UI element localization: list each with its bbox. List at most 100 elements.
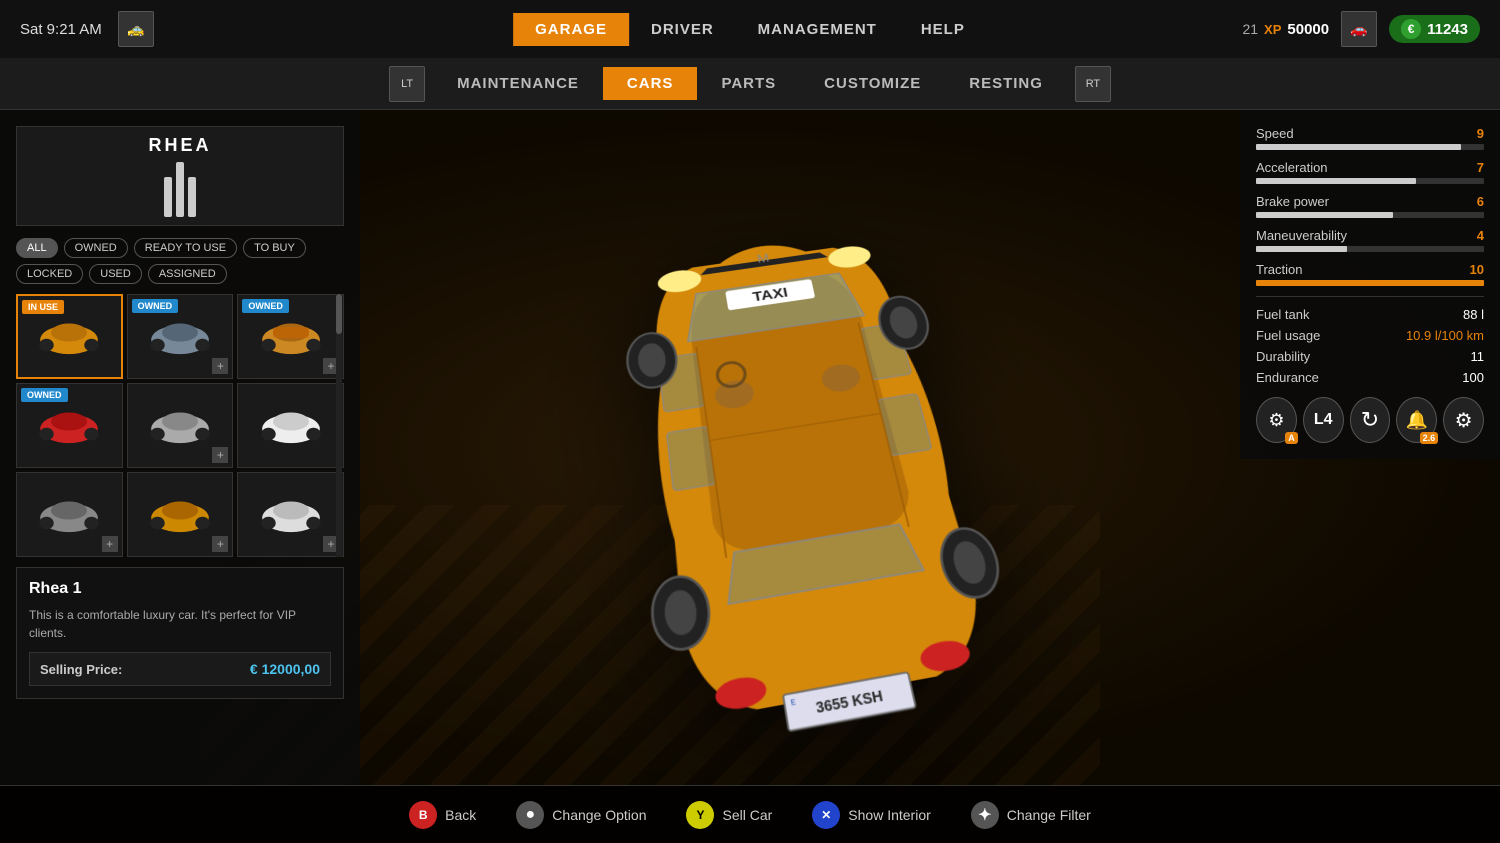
tab-resting[interactable]: RESTING — [945, 67, 1067, 100]
stat-speed-value: 9 — [1477, 126, 1484, 141]
filter-all[interactable]: ALL — [16, 238, 58, 258]
plus-icon-1: + — [212, 358, 228, 374]
fuel-tank-value: 88 l — [1463, 307, 1484, 322]
tab-parts[interactable]: PARTS — [697, 67, 800, 100]
top-bar-right: 21 XP 50000 🚗 € 11243 — [1242, 11, 1480, 47]
car-thumb-8[interactable]: + — [237, 472, 344, 557]
engine-icon: ⚙ — [1268, 410, 1284, 431]
btn-b-icon: B — [409, 801, 437, 829]
nav-icon-right[interactable]: 🚗 — [1341, 11, 1377, 47]
badge-drive[interactable]: ↻ — [1350, 397, 1391, 443]
sell-label: Sell Car — [722, 807, 772, 823]
badge-owned-3: OWNED — [21, 388, 68, 402]
stat-maneuverability: Maneuverability 4 — [1256, 228, 1484, 252]
stat-brake-label: Brake power — [1256, 194, 1329, 209]
second-nav-icon-left[interactable]: LT — [389, 66, 425, 102]
brand-line-2 — [176, 162, 184, 217]
car-thumb-0[interactable]: IN USE — [16, 294, 123, 379]
stat-acc-bar-bg — [1256, 178, 1484, 184]
xp-badge: 21 XP 50000 — [1242, 21, 1329, 38]
car-thumb-1[interactable]: OWNED + — [127, 294, 234, 379]
fuel-usage-row: Fuel usage 10.9 l/100 km — [1256, 328, 1484, 343]
durability-row: Durability 11 — [1256, 349, 1484, 364]
drive-icon: ↻ — [1361, 407, 1379, 433]
filter-used[interactable]: USED — [89, 264, 142, 284]
plus-icon-4: + — [212, 447, 228, 463]
filter-ready[interactable]: READY TO USE — [134, 238, 237, 258]
stat-speed-bar-bg — [1256, 144, 1484, 150]
filter-owned[interactable]: OWNED — [64, 238, 128, 258]
right-panel: Speed 9 Acceleration 7 Brake power 6 — [1240, 110, 1500, 459]
stat-speed-bar — [1256, 144, 1461, 150]
durability-label: Durability — [1256, 349, 1310, 364]
car-thumb-img-5 — [238, 384, 343, 467]
car-mini-svg-7 — [144, 491, 216, 539]
btn-lb-icon: ● — [516, 801, 544, 829]
car-thumb-3[interactable]: OWNED — [16, 383, 123, 468]
action-change-option[interactable]: ● Change Option — [516, 801, 646, 829]
nav-icon-left[interactable]: 🚕 — [118, 11, 154, 47]
brand-line-1 — [164, 177, 172, 217]
badge-engine[interactable]: ⚙ A — [1256, 397, 1297, 443]
taxi-car: TAXI 3655 KSH E M — [280, 140, 1320, 755]
btn-x-icon: ✕ — [812, 801, 840, 829]
badge-owned-1: OWNED — [132, 299, 179, 313]
tab-customize[interactable]: CUSTOMIZE — [800, 67, 945, 100]
brand-name: RHEA — [148, 135, 211, 156]
currency-icon: € — [1401, 19, 1421, 39]
action-change-filter[interactable]: ✦ Change Filter — [971, 801, 1091, 829]
stat-speed-label: Speed — [1256, 126, 1294, 141]
filter-tags: ALL OWNED READY TO USE TO BUY LOCKED USE… — [16, 238, 344, 284]
tab-garage[interactable]: GARAGE — [513, 13, 629, 46]
filter-tobuy[interactable]: TO BUY — [243, 238, 306, 258]
badge-settings[interactable]: ⚙ — [1443, 397, 1484, 443]
car-thumb-5[interactable] — [237, 383, 344, 468]
car-mini-svg-0 — [33, 313, 105, 361]
cars-scrollbar[interactable] — [336, 294, 342, 557]
time-display: Sat 9:21 AM — [20, 21, 102, 38]
car-thumb-6[interactable]: + — [16, 472, 123, 557]
stat-brake-bar — [1256, 212, 1393, 218]
badge-gear[interactable]: L4 — [1303, 397, 1344, 443]
filter-assigned[interactable]: ASSIGNED — [148, 264, 227, 284]
stat-trac-label: Traction — [1256, 262, 1302, 277]
endurance-value: 100 — [1462, 370, 1484, 385]
tab-help[interactable]: HELP — [899, 13, 987, 46]
plus-icon-6: + — [102, 536, 118, 552]
xp-points: 50000 — [1287, 21, 1329, 38]
tab-cars[interactable]: CARS — [603, 67, 698, 100]
stat-acc-bar — [1256, 178, 1416, 184]
car-info-box: Rhea 1 This is a comfortable luxury car.… — [16, 567, 344, 699]
stat-brake-bar-bg — [1256, 212, 1484, 218]
action-show-interior[interactable]: ✕ Show Interior — [812, 801, 930, 829]
car-thumb-4[interactable]: + — [127, 383, 234, 468]
stat-trac-row: Traction 10 — [1256, 262, 1484, 277]
left-panel: RHEA ALL OWNED READY TO USE TO BUY LOCKE… — [0, 110, 360, 785]
car-mini-svg-3 — [33, 402, 105, 450]
car-thumb-7[interactable]: + — [127, 472, 234, 557]
badge-inuse-0: IN USE — [22, 300, 64, 314]
stat-acc-row: Acceleration 7 — [1256, 160, 1484, 175]
badge-bell[interactable]: 🔔 2.6 — [1396, 397, 1437, 443]
stats-divider — [1256, 296, 1484, 297]
tab-driver[interactable]: DRIVER — [629, 13, 736, 46]
cars-grid-wrapper: IN USE OWNED — [16, 294, 344, 557]
stat-speed-row: Speed 9 — [1256, 126, 1484, 141]
action-back[interactable]: B Back — [409, 801, 476, 829]
car-thumb-2[interactable]: OWNED + — [237, 294, 344, 379]
second-nav-icon-right[interactable]: RT — [1075, 66, 1111, 102]
stat-man-bar-bg — [1256, 246, 1484, 252]
bell-icon: 🔔 — [1406, 410, 1428, 431]
stat-man-label: Maneuverability — [1256, 228, 1347, 243]
brand-logo — [164, 162, 196, 217]
fuel-usage-value: 10.9 l/100 km — [1406, 328, 1484, 343]
stat-trac-value: 10 — [1470, 262, 1484, 277]
tab-management[interactable]: MANAGEMENT — [736, 13, 899, 46]
xp-level: 21 — [1242, 21, 1258, 37]
tab-maintenance[interactable]: MAINTENANCE — [433, 67, 603, 100]
action-sell[interactable]: Y Sell Car — [686, 801, 772, 829]
second-nav: LT MAINTENANCE CARS PARTS CUSTOMIZE REST… — [0, 58, 1500, 110]
car-info-name: Rhea 1 — [29, 580, 331, 598]
interior-label: Show Interior — [848, 807, 930, 823]
filter-locked[interactable]: LOCKED — [16, 264, 83, 284]
